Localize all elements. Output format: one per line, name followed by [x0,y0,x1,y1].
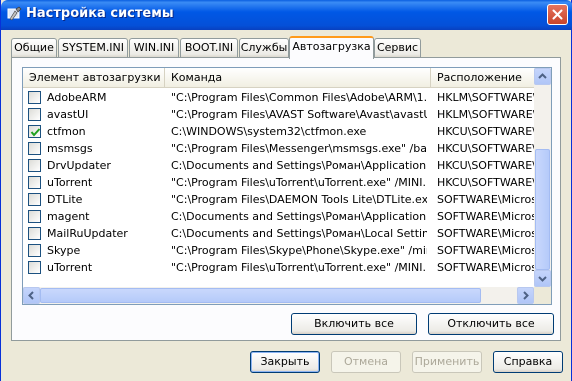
startup-item-name: AdobeARM [47,91,107,104]
tab-boot-ini[interactable]: BOOT.INI [180,38,238,58]
startup-list[interactable]: Элемент автозагрузки Команда Расположени… [22,67,552,305]
startup-item-checkbox[interactable] [28,125,41,138]
close-window-button[interactable] [547,4,568,25]
startup-item-command: "C:\Program Files\uTorrent\uTorrent.exe"… [171,176,427,189]
cancel-button: Отмена [331,351,401,373]
scroll-right-button[interactable] [517,287,534,304]
startup-item-checkbox[interactable] [28,159,41,172]
startup-item-checkbox[interactable] [28,176,41,189]
table-row[interactable]: uTorrent "C:\Program Files\uTorrent\uTorr… [23,259,534,276]
list-header: Элемент автозагрузки Команда Расположени… [23,68,534,88]
list-rows: AdobeARM "C:\Program Files\Common Files\A… [23,89,534,276]
startup-item-name: DTLite [47,193,83,206]
tab-startup[interactable]: Автозагрузка [289,36,374,59]
startup-item-location: HKCU\SOFTWARE\Micr [437,176,534,189]
tab-services[interactable]: Службы [239,38,289,58]
startup-item-checkbox[interactable] [28,244,41,257]
system-config-window: Настройка системы Общие SYSTEM.INI WIN.I… [0,0,572,381]
startup-item-name: ctfmon [47,125,86,138]
startup-item-command: C:\Documents and Settings\Роман\Local Se… [171,227,427,240]
startup-item-location: HKLM\SOFTWARE\Micr [437,91,534,104]
arrow-left-icon [28,291,34,300]
horizontal-scroll-thumb[interactable] [40,288,481,303]
tab-tools[interactable]: Сервис [374,38,421,58]
vertical-scroll-thumb[interactable] [535,149,550,270]
close-icon [552,9,563,20]
table-row[interactable]: DrvUpdater C:\Documents and Settings\Рома… [23,157,534,174]
scroll-up-button[interactable] [534,68,551,85]
startup-item-command: "C:\Program Files\Common Files\Adobe\ARM… [171,91,427,104]
table-row[interactable]: ctfmon C:\WINDOWS\system32\ctfmon.exe HKCU… [23,123,534,140]
title-bar[interactable]: Настройка системы [1,0,572,30]
startup-item-checkbox[interactable] [28,210,41,223]
tab-system-ini[interactable]: SYSTEM.INI [58,38,128,58]
startup-item-location: HKLM\SOFTWARE\Micr [437,108,534,121]
table-row[interactable]: magent C:\Documents and Settings\Роман\Ap… [23,208,534,225]
startup-item-name: msmsgs [47,142,93,155]
startup-item-command: C:\Documents and Settings\Роман\Applicat… [171,159,427,172]
startup-item-location: SOFTWARE\Microsoft\ [437,227,534,240]
startup-item-command: "C:\Program Files\Skype\Phone\Skype.exe"… [171,244,427,257]
startup-item-command: "C:\Program Files\Messenger\msmsgs.exe" … [171,142,427,155]
table-row[interactable]: AdobeARM "C:\Program Files\Common Files\A… [23,89,534,106]
column-header-command[interactable]: Команда [165,68,431,87]
startup-item-checkbox[interactable] [28,193,41,206]
scroll-down-button[interactable] [534,270,551,287]
startup-item-checkbox[interactable] [28,227,41,240]
startup-item-command: "C:\Program Files\uTorrent\uTorrent.exe"… [171,261,427,274]
startup-item-name: uTorrent [47,261,93,274]
startup-item-command: "C:\Program Files\AVAST Software\Avast\a… [171,108,427,121]
startup-item-name: MailRuUpdater [47,227,128,240]
disable-all-button[interactable]: Отключить все [428,313,554,335]
tab-general[interactable]: Общие [11,38,57,58]
startup-item-checkbox[interactable] [28,108,41,121]
close-button[interactable]: Закрыть [250,351,320,373]
arrow-down-icon [538,276,547,282]
table-row[interactable]: uTorrent "C:\Program Files\uTorrent\uTorr… [23,174,534,191]
startup-item-command: C:\WINDOWS\system32\ctfmon.exe [171,125,367,138]
startup-item-location: SOFTWARE\Microsoft\ [437,193,534,206]
startup-item-name: Skype [47,244,81,257]
column-header-item[interactable]: Элемент автозагрузки [23,68,165,87]
table-row[interactable]: MailRuUpdater C:\Documents and Settings\Р… [23,225,534,242]
startup-item-location: SOFTWARE\Microsoft\ [437,261,534,274]
startup-item-name: uTorrent [47,176,93,189]
startup-item-command: "C:\Program Files\DAEMON Tools Lite\DTLi… [171,193,427,206]
column-header-location[interactable]: Расположение [431,68,534,87]
startup-item-name: DrvUpdater [47,159,111,172]
vertical-scrollbar[interactable] [534,68,551,287]
table-row[interactable]: msmsgs "C:\Program Files\Messenger\msmsgs… [23,140,534,157]
table-row[interactable]: avastUI "C:\Program Files\AVAST Software\… [23,106,534,123]
startup-item-location: HKCU\SOFTWARE\Micr [437,159,534,172]
horizontal-scrollbar[interactable] [23,287,534,304]
startup-item-checkbox[interactable] [28,142,41,155]
msconfig-app-icon [6,6,22,22]
scroll-left-button[interactable] [23,287,40,304]
help-button[interactable]: Справка [493,351,563,373]
arrow-up-icon [538,73,547,79]
table-row[interactable]: DTLite "C:\Program Files\DAEMON Tools Lit… [23,191,534,208]
checkmark-icon [30,128,41,137]
startup-item-checkbox[interactable] [28,261,41,274]
startup-item-checkbox[interactable] [28,91,41,104]
startup-item-name: magent [47,210,90,223]
startup-item-location: SOFTWARE\Microsoft\ [437,244,534,257]
startup-item-location: HKCU\SOFTWARE\Micr [437,142,534,155]
startup-item-command: C:\Documents and Settings\Роман\Applicat… [171,210,427,223]
startup-item-name: avastUI [47,108,89,121]
startup-tab-panel: Элемент автозагрузки Команда Расположени… [11,57,561,341]
window-title: Настройка системы [26,6,174,21]
tab-win-ini[interactable]: WIN.INI [129,38,179,58]
startup-item-location: HKCU\SOFTWARE\Micr [437,125,534,138]
enable-all-button[interactable]: Включить все [291,313,417,335]
table-row[interactable]: Skype "C:\Program Files\Skype\Phone\Skype… [23,242,534,259]
apply-button: Применить [412,351,482,373]
startup-item-location: SOFTWARE\Microsoft\ [437,210,534,223]
arrow-right-icon [523,291,529,300]
scrollbar-corner [534,287,551,304]
